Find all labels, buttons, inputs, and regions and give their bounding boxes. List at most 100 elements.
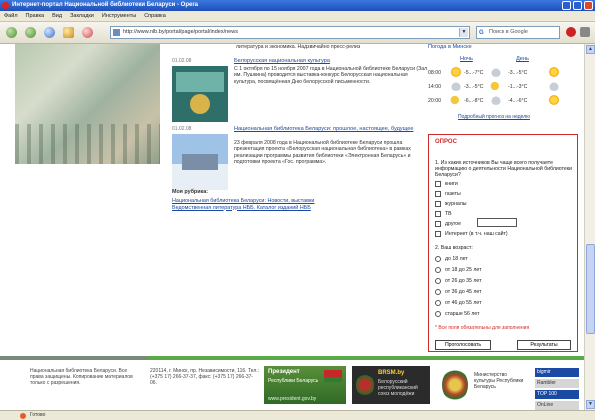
scroll-down-icon[interactable]: ▼: [586, 400, 595, 409]
checkbox[interactable]: [435, 221, 441, 227]
radio[interactable]: [435, 311, 441, 317]
rubric-link[interactable]: Ведомственная литература НББ. Каталог из…: [172, 205, 432, 212]
poll-option[interactable]: газеты: [435, 190, 461, 198]
ministry-banner-text: Министерство культуры Республики Беларус…: [474, 372, 524, 390]
brsm-banner[interactable]: BRSM.by Белорусский республиканский союз…: [352, 366, 430, 404]
poll-question-2: 2. Ваш возраст:: [435, 245, 473, 251]
poll-option[interactable]: от 18 до 25 лет: [435, 266, 481, 274]
weather-time: 20:00: [428, 98, 441, 104]
intro-text: литература и экономика. Надзвичайно прес…: [236, 44, 361, 50]
coat-of-arms-icon: [442, 368, 468, 402]
emblem-icon: [356, 372, 374, 398]
menu-item-view[interactable]: Вид: [52, 13, 62, 19]
menu-item-tools[interactable]: Инструменты: [102, 13, 136, 19]
poll-option[interactable]: старше 56 лет: [435, 310, 480, 318]
checkbox[interactable]: [435, 201, 441, 207]
poll-other-input[interactable]: [477, 218, 517, 227]
menu-item-file[interactable]: Файл: [4, 13, 18, 19]
weather-forecast-link[interactable]: Подробный прогноз на неделю: [458, 114, 530, 120]
weather-time: 08:00: [428, 70, 441, 76]
status-bar: Готово: [0, 410, 595, 420]
menu-item-edit[interactable]: Правка: [26, 13, 45, 19]
checkbox[interactable]: [435, 231, 441, 237]
sun-icon: [548, 67, 560, 77]
counter-badge[interactable]: TOP 100: [535, 390, 579, 399]
president-banner-url: www.president.gov.by: [268, 396, 317, 402]
cloud-icon: [490, 95, 502, 105]
weather-row: 08:00 -5...-7°C -3...-5°C: [428, 66, 578, 80]
vertical-scrollbar[interactable]: ▲ ▼: [584, 44, 595, 410]
window-title: Интернет-портал Национальной библиотеки …: [12, 2, 199, 8]
weather-time: 14:00: [428, 84, 441, 90]
address-field[interactable]: http://www.nlb.by/portal/page/portal/ind…: [110, 26, 470, 39]
radio[interactable]: [435, 300, 441, 306]
president-banner[interactable]: Президент Республики Беларусь www.presid…: [264, 366, 346, 404]
poll-option[interactable]: от 36 до 45 лет: [435, 288, 481, 296]
brsm-banner-title: BRSM.by: [378, 370, 405, 376]
checkbox[interactable]: [435, 211, 441, 217]
cloud-icon: [548, 81, 560, 91]
news-thumbnail[interactable]: [172, 66, 228, 122]
radio[interactable]: [435, 278, 441, 284]
poll-option[interactable]: от 26 до 35 лет: [435, 277, 481, 285]
stop-icon[interactable]: [566, 27, 576, 37]
forward-icon[interactable]: [25, 27, 36, 38]
rubric-header: Моя рубрика:: [172, 189, 209, 195]
page-footer: Национальная библиотека Беларуси. Все пр…: [0, 360, 584, 410]
news-title-link[interactable]: Национальная библиотека Беларуси: прошло…: [234, 126, 413, 132]
poll-option[interactable]: ТВ: [435, 210, 452, 218]
weather-temp-tomorrow: -1...-3°C: [508, 84, 528, 90]
checkbox[interactable]: [435, 191, 441, 197]
poll-option[interactable]: от 46 до 55 лет: [435, 299, 481, 307]
menu-item-bookmarks[interactable]: Закладки: [70, 13, 94, 19]
news-item: 01.02.08 Белорусская национальная культу…: [172, 58, 427, 124]
back-icon[interactable]: [6, 27, 17, 38]
search-input[interactable]: G Поиск в Google: [476, 26, 560, 39]
menu-bar: Файл Правка Вид Закладки Инструменты Спр…: [0, 11, 595, 22]
moon-icon: [490, 81, 502, 91]
poll-option[interactable]: до 18 лет: [435, 255, 468, 263]
page-viewport: литература и экономика. Надзвичайно прес…: [0, 44, 584, 410]
radio[interactable]: [435, 289, 441, 295]
poll-option[interactable]: журналы: [435, 200, 466, 208]
news-body: 23 февраля 2008 года в Национальной библ…: [234, 140, 411, 166]
library-photo-collage: [15, 44, 160, 164]
chevron-down-icon[interactable]: ▼: [459, 28, 468, 37]
radio[interactable]: [435, 267, 441, 273]
menu-item-help[interactable]: Справка: [144, 13, 166, 19]
news-title-link[interactable]: Белорусская национальная культура: [234, 58, 330, 64]
browser-toolbar: http://www.nlb.by/portal/page/portal/ind…: [0, 22, 595, 44]
vote-button[interactable]: Проголосовать: [435, 340, 491, 350]
minimize-icon[interactable]: [562, 1, 571, 10]
home-icon[interactable]: [63, 27, 74, 38]
footer-copyright: Национальная библиотека Беларуси. Все пр…: [30, 368, 133, 386]
reload-icon[interactable]: [44, 27, 55, 38]
close-icon[interactable]: [584, 1, 593, 10]
counter-badge[interactable]: Rambler: [535, 379, 579, 388]
news-item: 01.02.08 Национальная библиотека Беларус…: [172, 126, 427, 190]
poll-option[interactable]: книги: [435, 180, 458, 188]
poll-option[interactable]: другое: [435, 220, 461, 228]
news-thumbnail[interactable]: [172, 134, 228, 190]
rubric-section: Моя рубрика: Национальная библиотека Бел…: [172, 189, 432, 211]
counter-badge[interactable]: bigmir: [535, 368, 579, 377]
checkbox[interactable]: [435, 181, 441, 187]
radio[interactable]: [435, 256, 441, 262]
results-button[interactable]: Результаты: [517, 340, 571, 350]
ministry-banner[interactable]: Министерство культуры Республики Беларус…: [440, 366, 524, 404]
weather-col-night[interactable]: Ночь: [460, 56, 473, 62]
weather-col-day[interactable]: День: [516, 56, 529, 62]
weather-title: Погода в Минске: [428, 44, 472, 50]
poll-option[interactable]: Интернет (в т.ч. наш сайт): [435, 230, 508, 238]
scrollbar-thumb[interactable]: [586, 244, 595, 334]
counter-badge[interactable]: OnLine: [535, 401, 579, 410]
footer-contacts: 220114, г. Минск, пр. Независимости, 116…: [150, 368, 260, 386]
menu-icon[interactable]: [580, 27, 590, 37]
search-placeholder: Поиск в Google: [489, 29, 528, 35]
weather-widget: Погода в Минске Ночь День 08:00 -5...-7°…: [428, 44, 578, 120]
moon-icon: [450, 95, 462, 105]
maximize-icon[interactable]: [573, 1, 582, 10]
rubric-link[interactable]: Национальная библиотека Беларуси: Новост…: [172, 198, 432, 205]
scroll-up-icon[interactable]: ▲: [586, 45, 595, 54]
wand-icon[interactable]: [82, 27, 93, 38]
